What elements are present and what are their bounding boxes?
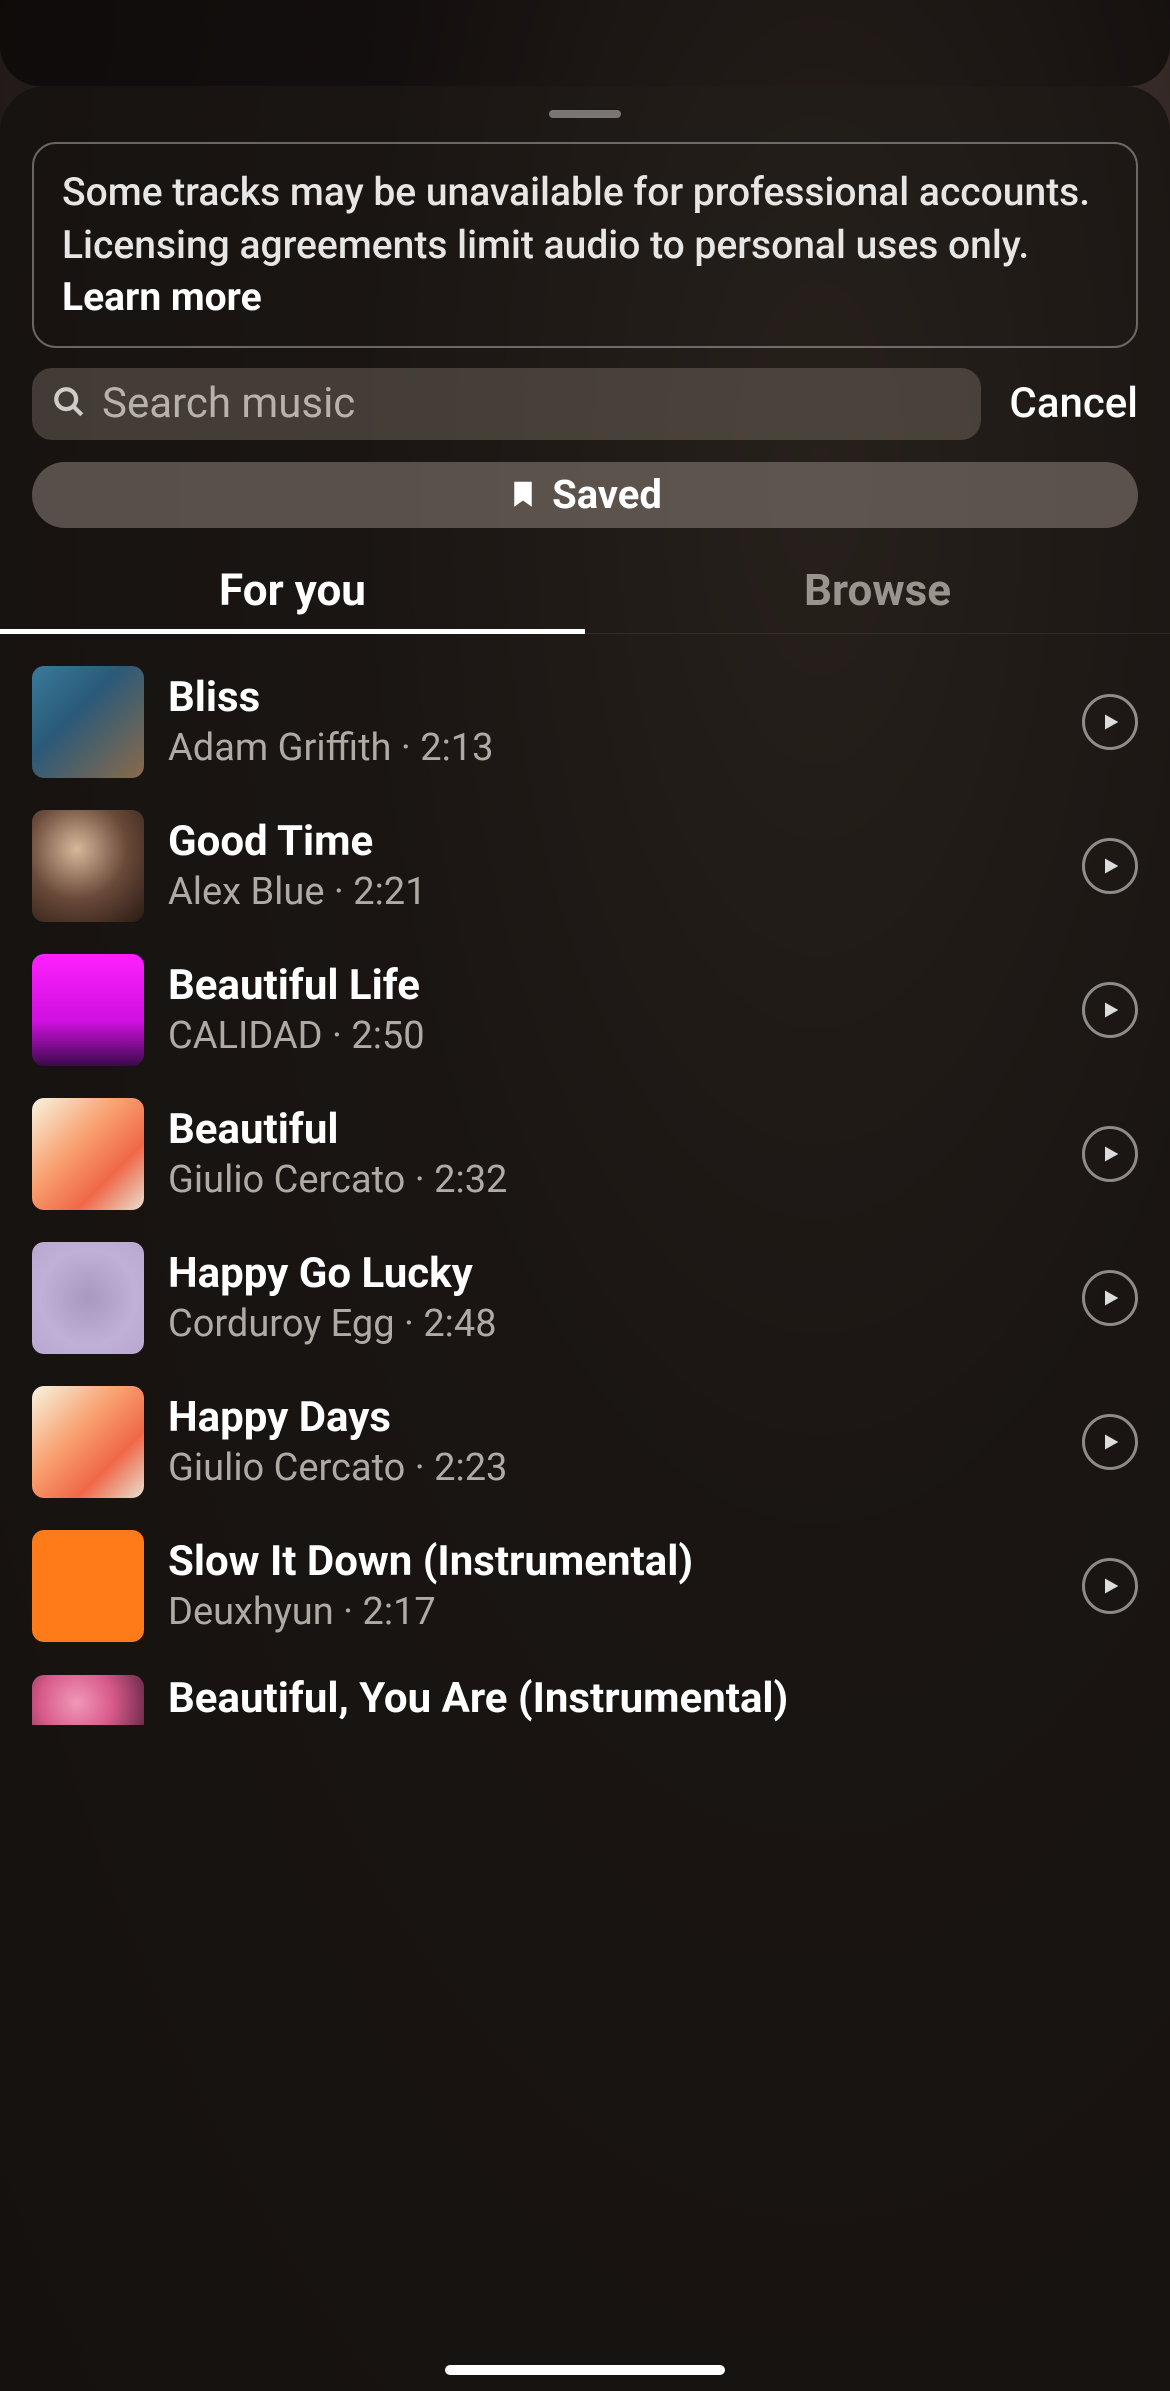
track-info: Happy Go LuckyCorduroy Egg · 2:48 <box>168 1249 1058 1346</box>
track-title: Happy Days <box>168 1393 1058 1442</box>
tab-bar: For you Browse <box>0 548 1170 634</box>
track-row[interactable]: Slow It Down (Instrumental)Deuxhyun · 2:… <box>0 1514 1170 1658</box>
track-info: BeautifulGiulio Cercato · 2:32 <box>168 1105 1058 1202</box>
track-artwork <box>32 1675 144 1725</box>
track-info: BlissAdam Griffith · 2:13 <box>168 673 1058 770</box>
track-artwork <box>32 1098 144 1210</box>
search-row: Search music Cancel <box>32 368 1138 440</box>
track-artwork <box>32 954 144 1066</box>
music-picker-sheet: Some tracks may be unavailable for profe… <box>0 0 1170 2391</box>
track-info: Slow It Down (Instrumental)Deuxhyun · 2:… <box>168 1537 1058 1634</box>
play-button[interactable] <box>1082 838 1138 894</box>
track-title: Happy Go Lucky <box>168 1249 1058 1298</box>
sheet-drag-handle[interactable] <box>549 110 621 118</box>
notice-body: Some tracks may be unavailable for profe… <box>62 169 1090 268</box>
track-row[interactable]: Beautiful LifeCALIDAD · 2:50 <box>0 938 1170 1082</box>
track-title: Beautiful, You Are (Instrumental) <box>168 1674 1138 1723</box>
track-meta: Alex Blue · 2:21 <box>168 870 1058 914</box>
track-info: Happy DaysGiulio Cercato · 2:23 <box>168 1393 1058 1490</box>
track-list[interactable]: BlissAdam Griffith · 2:13 Good TimeAlex B… <box>0 634 1170 1727</box>
play-button[interactable] <box>1082 694 1138 750</box>
track-title: Beautiful Life <box>168 961 1058 1010</box>
dimmed-background <box>0 0 1170 86</box>
notice-text: Some tracks may be unavailable for profe… <box>62 169 1090 320</box>
play-button[interactable] <box>1082 1126 1138 1182</box>
bookmark-icon <box>508 478 538 512</box>
track-artwork <box>32 1386 144 1498</box>
licensing-notice: Some tracks may be unavailable for profe… <box>32 142 1138 348</box>
track-title: Slow It Down (Instrumental) <box>168 1537 1058 1586</box>
play-button[interactable] <box>1082 982 1138 1038</box>
track-row[interactable]: Beautiful, You Are (Instrumental) <box>0 1658 1170 1727</box>
track-row[interactable]: BlissAdam Griffith · 2:13 <box>0 650 1170 794</box>
track-meta: Deuxhyun · 2:17 <box>168 1590 1058 1634</box>
home-indicator[interactable] <box>445 2365 725 2375</box>
track-row[interactable]: BeautifulGiulio Cercato · 2:32 <box>0 1082 1170 1226</box>
play-button[interactable] <box>1082 1558 1138 1614</box>
learn-more-link[interactable]: Learn more <box>62 274 262 320</box>
saved-label: Saved <box>552 471 662 518</box>
track-meta: Adam Griffith · 2:13 <box>168 726 1058 770</box>
bottom-sheet: Some tracks may be unavailable for profe… <box>0 86 1170 2391</box>
track-artwork <box>32 1242 144 1354</box>
track-artwork <box>32 1530 144 1642</box>
track-meta: Giulio Cercato · 2:23 <box>168 1446 1058 1490</box>
track-info: Beautiful LifeCALIDAD · 2:50 <box>168 961 1058 1058</box>
tab-browse[interactable]: Browse <box>585 548 1170 633</box>
track-meta: CALIDAD · 2:50 <box>168 1014 1058 1058</box>
search-input[interactable]: Search music <box>32 368 981 440</box>
play-button[interactable] <box>1082 1270 1138 1326</box>
track-title: Beautiful <box>168 1105 1058 1154</box>
cancel-button[interactable]: Cancel <box>1009 379 1138 428</box>
saved-button[interactable]: Saved <box>32 462 1138 528</box>
search-icon <box>52 385 86 423</box>
track-title: Bliss <box>168 673 1058 722</box>
track-artwork <box>32 810 144 922</box>
track-row[interactable]: Good TimeAlex Blue · 2:21 <box>0 794 1170 938</box>
track-row[interactable]: Happy Go LuckyCorduroy Egg · 2:48 <box>0 1226 1170 1370</box>
track-title: Good Time <box>168 817 1058 866</box>
search-placeholder: Search music <box>102 379 355 428</box>
track-meta: Giulio Cercato · 2:32 <box>168 1158 1058 1202</box>
track-info: Good TimeAlex Blue · 2:21 <box>168 817 1058 914</box>
track-row[interactable]: Happy DaysGiulio Cercato · 2:23 <box>0 1370 1170 1514</box>
play-button[interactable] <box>1082 1414 1138 1470</box>
track-info: Beautiful, You Are (Instrumental) <box>168 1674 1138 1727</box>
track-meta: Corduroy Egg · 2:48 <box>168 1302 1058 1346</box>
tab-for-you[interactable]: For you <box>0 548 585 633</box>
track-artwork <box>32 666 144 778</box>
